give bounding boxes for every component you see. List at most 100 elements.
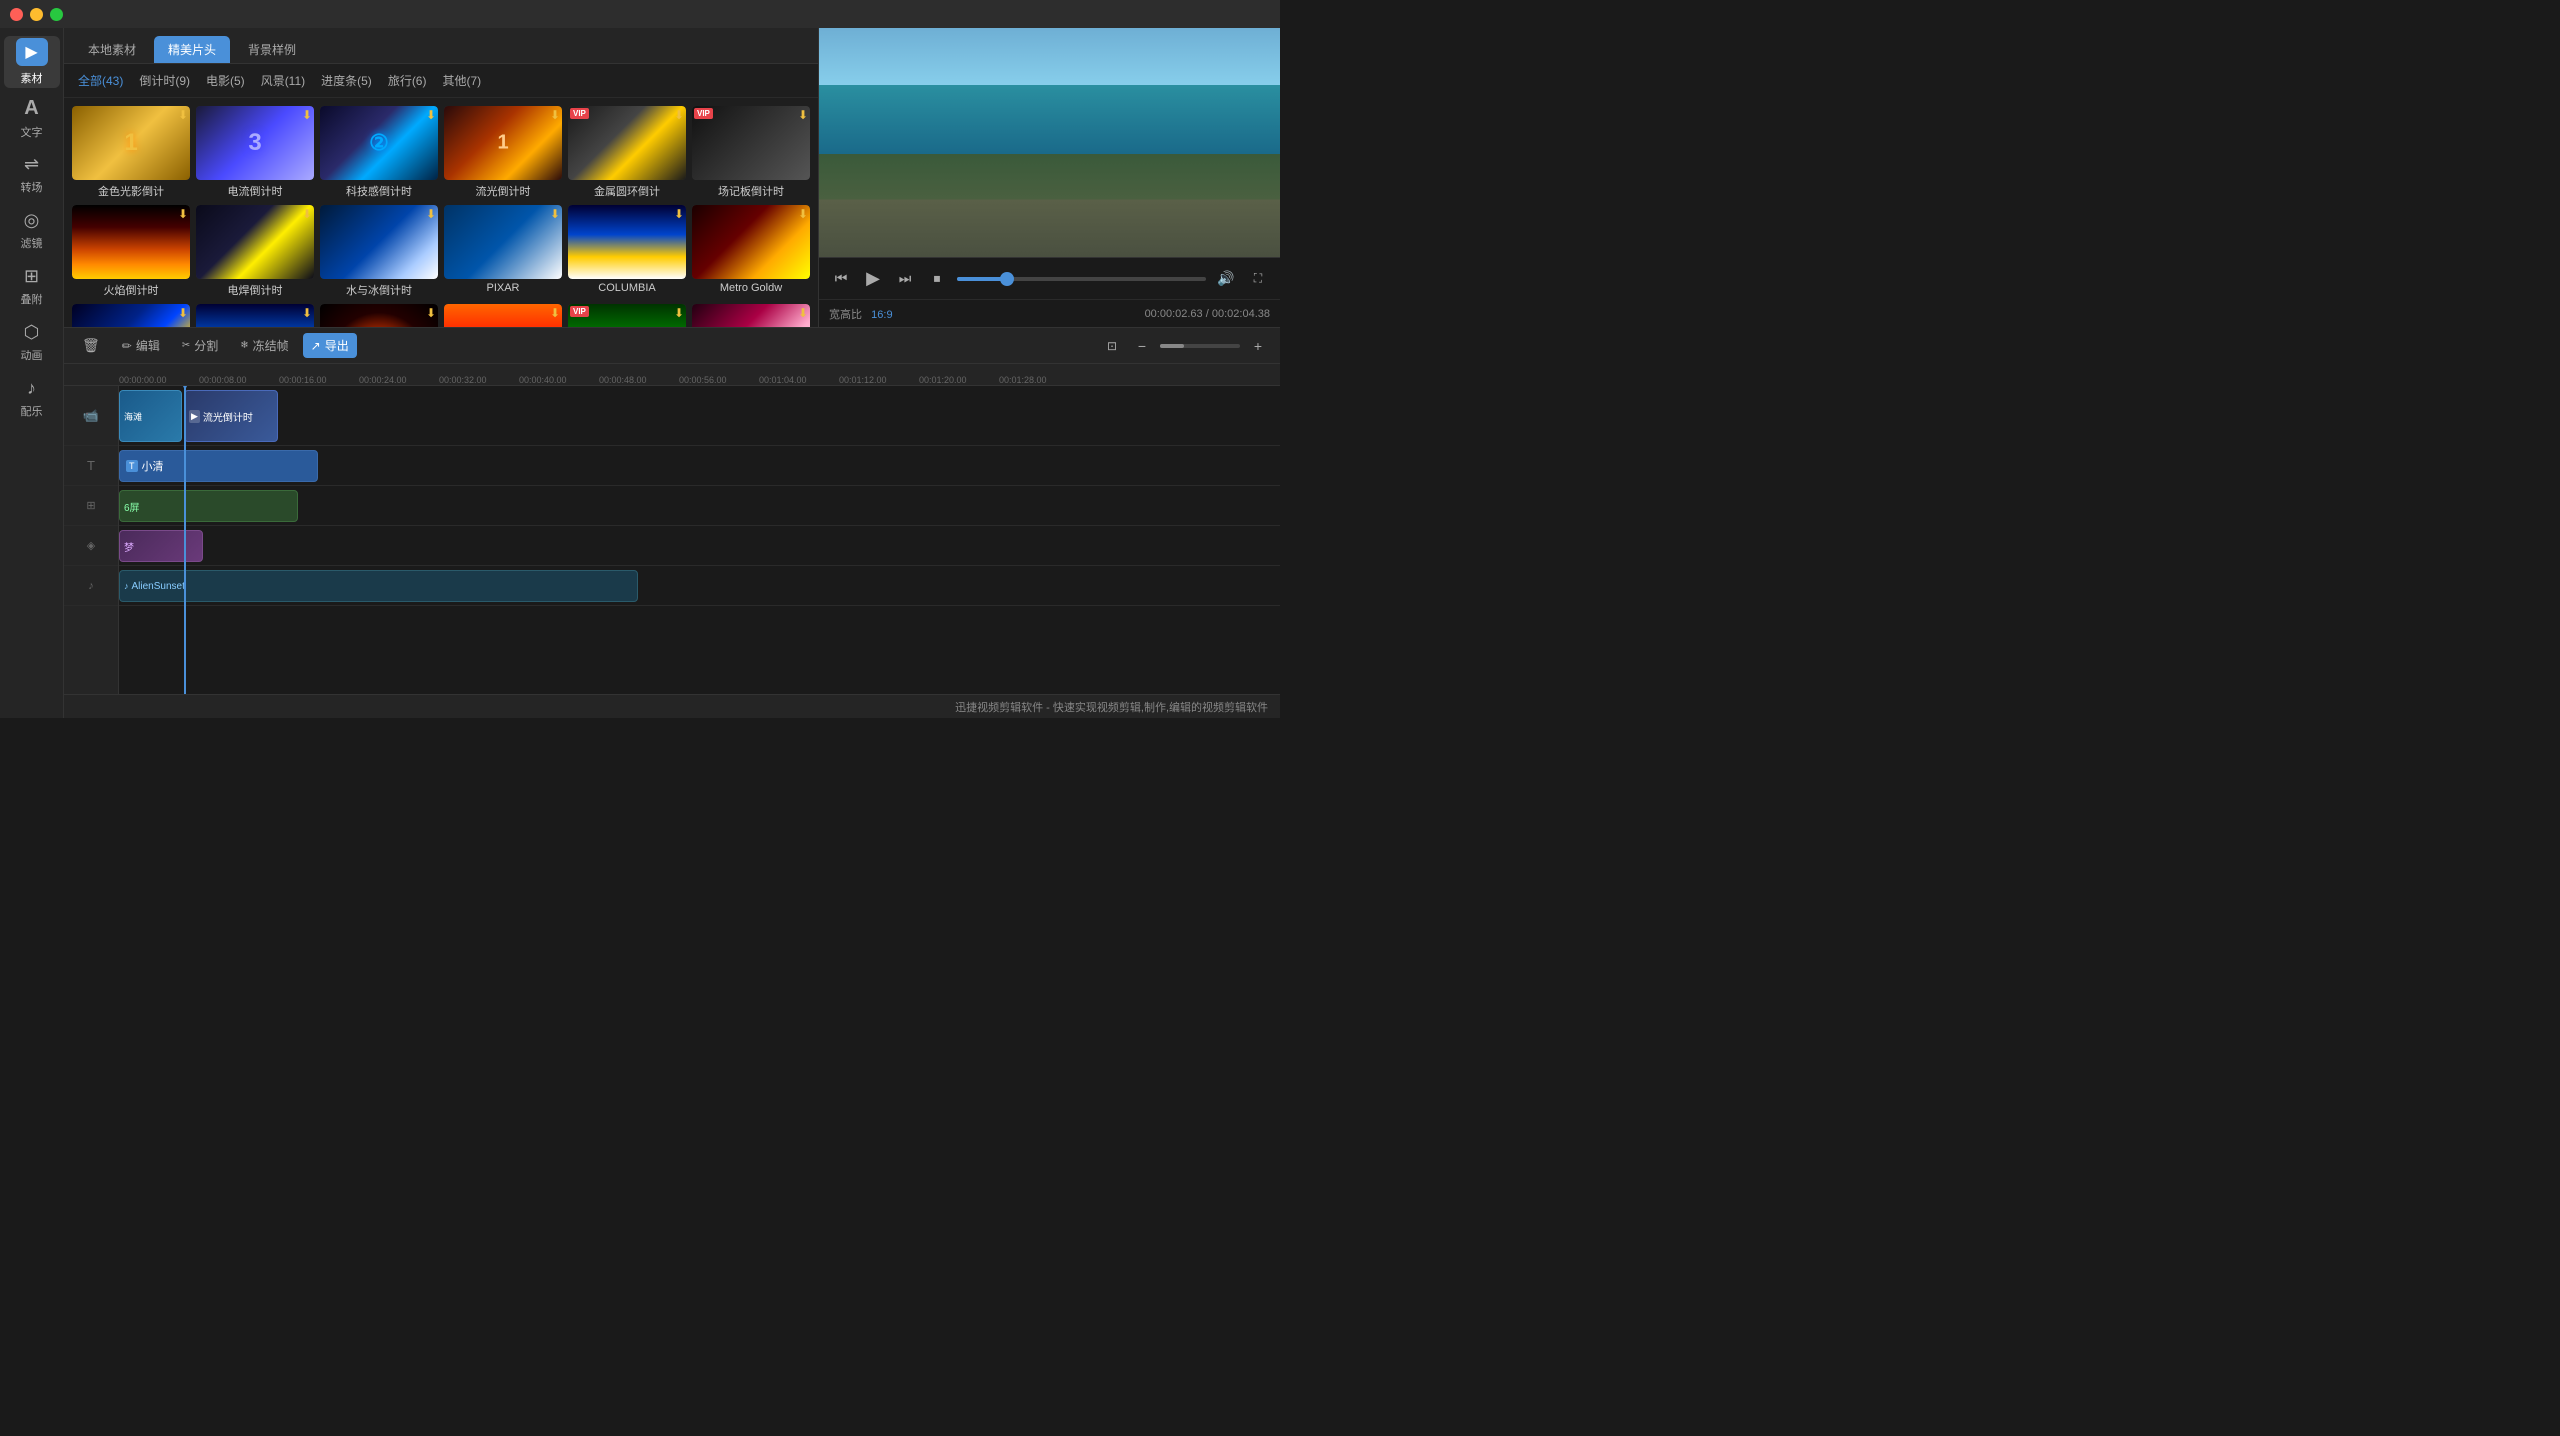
media-item-0[interactable]: ⬇1金色光影倒计 [72, 106, 190, 199]
export-icon: ↗ [311, 339, 321, 353]
download-badge: ⬇ [674, 306, 684, 320]
sidebar-item-material[interactable]: ▶ 素材 [4, 36, 60, 88]
clip-beach[interactable]: 海滩 [119, 390, 182, 442]
volume-button[interactable]: 🔊 [1214, 267, 1238, 291]
audio-icon-badge: ♪ [124, 581, 129, 591]
sidebar-item-audio[interactable]: ♪ 配乐 [4, 372, 60, 424]
track-audio[interactable]: ♪ AlienSunset [119, 566, 1280, 606]
media-item-12[interactable]: ⬇20th Century [72, 304, 190, 328]
maximize-button[interactable] [50, 8, 63, 21]
clip-filter[interactable]: 6屏 [119, 490, 298, 522]
progress-bar[interactable] [957, 277, 1206, 281]
export-button[interactable]: ↗ 导出 [303, 333, 357, 358]
prev-frame-button[interactable]: ⏮ [829, 267, 853, 291]
media-item-3[interactable]: ⬇1流光倒计时 [444, 106, 562, 199]
media-item-9[interactable]: ⬇PIXAR [444, 205, 562, 298]
media-item-label: 电流倒计时 [196, 183, 314, 199]
clip-effect[interactable]: ▶ 流光倒计时 [184, 390, 278, 442]
minimize-button[interactable] [30, 8, 43, 21]
track-header-audio: ♪ [64, 566, 118, 606]
media-item-1[interactable]: ⬇3电流倒计时 [196, 106, 314, 199]
transition-icon: ⇌ [24, 154, 39, 175]
sidebar-item-text[interactable]: A 文字 [4, 92, 60, 144]
filter-countdown[interactable]: 倒计时(9) [135, 70, 194, 91]
sidebar-item-overlay[interactable]: ⊞ 叠附 [4, 260, 60, 312]
timeline-content: 📹 T ⊞ ◈ ♪ 海滩 [64, 386, 1280, 694]
ruler-mark-1: 00:00:08.00 [199, 375, 247, 385]
filter-travel[interactable]: 旅行(6) [384, 70, 431, 91]
media-item-8[interactable]: ⬇水与冰倒计时 [320, 205, 438, 298]
tab-local[interactable]: 本地素材 [74, 36, 150, 63]
progress-dot [1000, 272, 1014, 286]
download-badge: ⬇ [798, 207, 808, 221]
edit-button[interactable]: ✏ 编辑 [114, 333, 168, 358]
filter-all[interactable]: 全部(43) [74, 70, 127, 91]
animation-icon: ⬡ [24, 322, 40, 343]
zoom-out-button[interactable]: − [1130, 334, 1154, 358]
media-item-13[interactable]: ⬇UNIVERSAL [196, 304, 314, 328]
media-item-15[interactable]: ⬇日落 [444, 304, 562, 328]
time-current: 00:00:02.63 [1145, 308, 1203, 320]
clip-overlay[interactable]: 梦 [119, 530, 203, 562]
filter-movie[interactable]: 电影(5) [202, 70, 249, 91]
sidebar-item-text-label: 文字 [21, 124, 43, 140]
media-item-17[interactable]: ⬇樱花 [692, 304, 810, 328]
media-item-14[interactable]: ⬇烟花 [320, 304, 438, 328]
media-item-7[interactable]: ⬇电焊倒计时 [196, 205, 314, 298]
sidebar-item-transition[interactable]: ⇌ 转场 [4, 148, 60, 200]
filter-bar: 全部(43) 倒计时(9) 电影(5) 风景(11) 进度条(5) 旅行(6) … [64, 64, 818, 98]
sidebar-item-animation[interactable]: ⬡ 动画 [4, 316, 60, 368]
media-item-16[interactable]: VIP⬇自然 [568, 304, 686, 328]
fullscreen-button[interactable]: ⛶ [1246, 267, 1270, 291]
coastal-scene-bg [819, 28, 1280, 257]
ruler-marks: 00:00:00.0000:00:08.0000:00:16.0000:00:2… [64, 364, 1280, 385]
zoom-controls: ⊡ − + [1100, 334, 1270, 358]
download-badge: ⬇ [178, 306, 188, 320]
delete-button[interactable]: 🗑 [74, 333, 108, 358]
filter-progress[interactable]: 进度条(5) [317, 70, 376, 91]
vip-badge: VIP [694, 108, 713, 119]
tab-background[interactable]: 背景样例 [234, 36, 310, 63]
preview-controls: ⏮ ▶ ⏭ ⏹ 🔊 ⛶ [819, 257, 1280, 299]
preview-info: 宽高比 16:9 00:00:02.63 / 00:02:04.38 [819, 299, 1280, 327]
download-badge: ⬇ [426, 306, 436, 320]
split-button[interactable]: ✂ 分割 [174, 333, 226, 358]
download-badge: ⬇ [178, 207, 188, 221]
media-item-label: 金属圆环倒计 [568, 183, 686, 199]
track-header-text: T [64, 446, 118, 486]
track-filter[interactable]: 6屏 [119, 486, 1280, 526]
track-header-filter: ⊞ [64, 486, 118, 526]
download-badge: ⬇ [798, 108, 808, 122]
filter-landscape[interactable]: 风景(11) [257, 70, 309, 91]
media-item-label: Metro Goldw [692, 282, 810, 294]
track-overlay[interactable]: 梦 [119, 526, 1280, 566]
text-icon: A [24, 97, 38, 120]
download-badge: ⬇ [302, 108, 312, 122]
media-item-5[interactable]: VIP⬇场记板倒计时 [692, 106, 810, 199]
download-badge: ⬇ [550, 306, 560, 320]
media-item-2[interactable]: ⬇②科技感倒计时 [320, 106, 438, 199]
close-button[interactable] [10, 8, 23, 21]
next-frame-button[interactable]: ⏭ [893, 267, 917, 291]
media-item-4[interactable]: VIP⬇金属圆环倒计 [568, 106, 686, 199]
tab-featured[interactable]: 精美片头 [154, 36, 230, 63]
clip-audio[interactable]: ♪ AlienSunset [119, 570, 638, 602]
media-item-6[interactable]: ⬇ 火焰倒计时 [72, 205, 190, 298]
zoom-in-button[interactable]: + [1246, 334, 1270, 358]
media-item-label: 火焰倒计时 [72, 282, 190, 298]
zoom-slider[interactable] [1160, 344, 1240, 348]
track-video[interactable]: 海滩 ▶ 流光倒计时 [119, 386, 1280, 446]
fit-button[interactable]: ⊡ [1100, 334, 1124, 358]
media-item-10[interactable]: ⬇COLUMBIA [568, 205, 686, 298]
top-panel: 本地素材 精美片头 背景样例 全部(43) 倒计时(9) 电影(5) 风景(11… [64, 28, 1280, 328]
sidebar-item-filter[interactable]: ◎ 滤镜 [4, 204, 60, 256]
play-button[interactable]: ▶ [861, 267, 885, 291]
stop-button[interactable]: ⏹ [925, 267, 949, 291]
media-item-11[interactable]: ⬇ Metro Goldw [692, 205, 810, 298]
freeze-button[interactable]: ❄ 冻结帧 [232, 333, 296, 358]
preview-video [819, 28, 1280, 257]
clip-text[interactable]: T 小清 [119, 450, 318, 482]
filter-other[interactable]: 其他(7) [438, 70, 485, 91]
download-badge: ⬇ [178, 108, 188, 122]
track-text[interactable]: T 小清 [119, 446, 1280, 486]
